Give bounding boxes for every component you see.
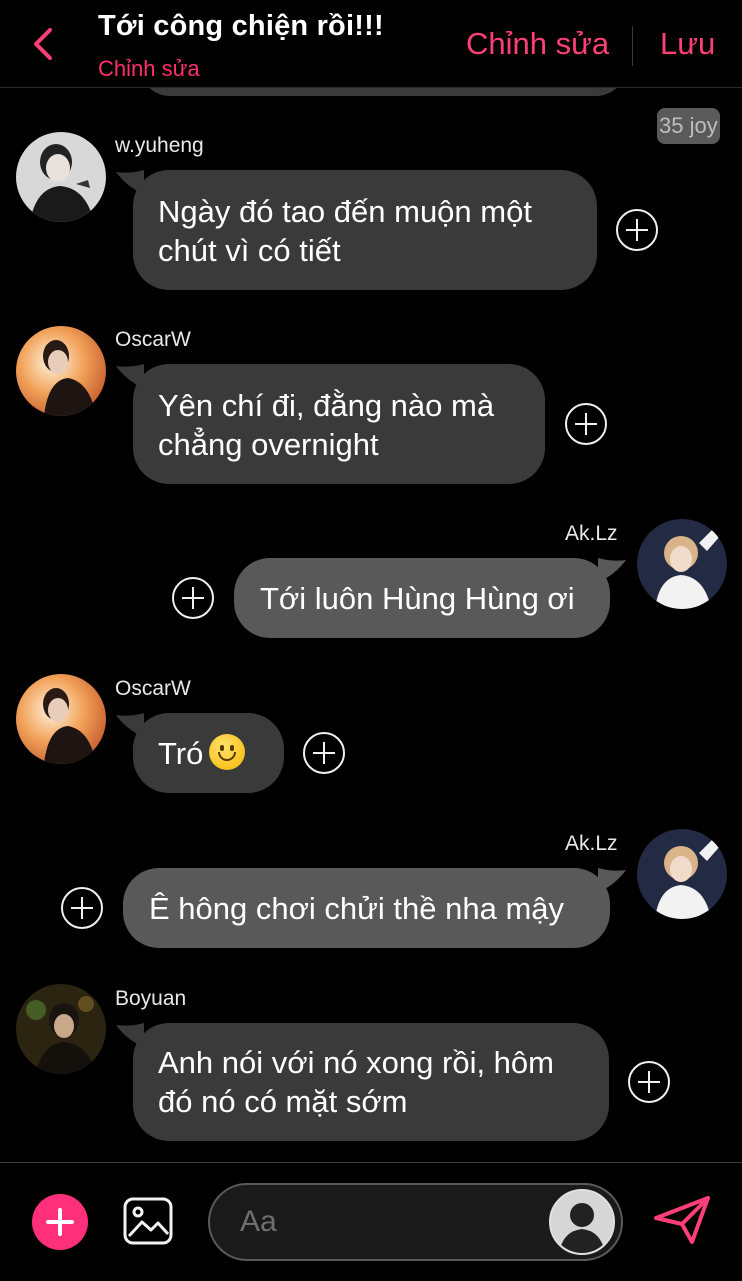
- message-text-line: Tró: [158, 736, 204, 771]
- message-text-line: Tới luôn Hùng Hùng ơi: [260, 581, 575, 616]
- back-chevron-icon[interactable]: [28, 26, 58, 62]
- sender-name: Ak.Lz: [565, 522, 618, 545]
- message-text-line: Yên chí đi, đằng nào mà: [158, 388, 495, 423]
- message-input-placeholder: Aa: [240, 1205, 277, 1238]
- message-text-line: chút vì có tiết: [158, 233, 341, 268]
- avatar-w-yuheng[interactable]: [16, 132, 106, 222]
- save-button[interactable]: Lưu: [660, 26, 715, 62]
- add-reaction-icon[interactable]: [303, 732, 345, 774]
- chat-header: Tới công chiện rồi!!! Chỉnh sửa Chỉnh sử…: [0, 0, 742, 88]
- message-input[interactable]: Aa: [208, 1183, 623, 1261]
- smiley-emoji-icon: [209, 734, 246, 770]
- edit-button[interactable]: Chỉnh sửa: [466, 26, 609, 62]
- add-reaction-icon[interactable]: [616, 209, 658, 251]
- chat-title: Tới công chiện rồi!!!: [98, 10, 384, 42]
- message-bubble[interactable]: Yên chí đi, đằng nào mà chẳng overnight: [133, 364, 545, 484]
- sender-name: OscarW: [115, 328, 191, 351]
- add-attachment-button[interactable]: [32, 1194, 88, 1250]
- avatar-ak-lz[interactable]: [637, 829, 727, 919]
- message-text-line: đó nó có mặt sớm: [158, 1084, 408, 1119]
- message-text-line: Ê hông chơi chửi thề nha mậy: [149, 891, 565, 926]
- send-icon[interactable]: [652, 1194, 712, 1246]
- sender-name: Ak.Lz: [565, 832, 618, 855]
- avatar-ak-lz[interactable]: [637, 519, 727, 609]
- sender-name: OscarW: [115, 677, 191, 700]
- add-reaction-icon[interactable]: [172, 577, 214, 619]
- user-avatar-icon[interactable]: [549, 1189, 615, 1255]
- message-bubble[interactable]: Tró: [133, 713, 284, 793]
- add-reaction-icon[interactable]: [628, 1061, 670, 1103]
- header-divider: [632, 26, 633, 66]
- avatar-oscarw[interactable]: [16, 674, 106, 764]
- avatar-boyuan[interactable]: [16, 984, 106, 1074]
- time-badge: 35 joy: [657, 108, 720, 144]
- message-bubble[interactable]: Ngày đó tao đến muộn một chút vì có tiết: [133, 170, 597, 290]
- message-text-line: Anh nói với nó xong rồi, hôm: [158, 1045, 554, 1080]
- message-bubble[interactable]: Tới luôn Hùng Hùng ơi: [234, 558, 610, 638]
- message-text-line: chẳng overnight: [158, 427, 379, 462]
- sender-name: w.yuheng: [115, 134, 204, 157]
- composer-divider: [0, 1162, 742, 1163]
- message-text-line: Ngày đó tao đến muộn một: [158, 194, 532, 229]
- add-reaction-icon[interactable]: [565, 403, 607, 445]
- message-bubble[interactable]: Anh nói với nó xong rồi, hôm đó nó có mặ…: [133, 1023, 609, 1141]
- chat-subtitle[interactable]: Chỉnh sửa: [98, 56, 200, 82]
- add-reaction-icon[interactable]: [61, 887, 103, 929]
- sender-name: Boyuan: [115, 987, 187, 1010]
- image-icon[interactable]: [122, 1196, 174, 1246]
- avatar-oscarw[interactable]: [16, 326, 106, 416]
- message-bubble[interactable]: Ê hông chơi chửi thề nha mậy: [123, 868, 610, 948]
